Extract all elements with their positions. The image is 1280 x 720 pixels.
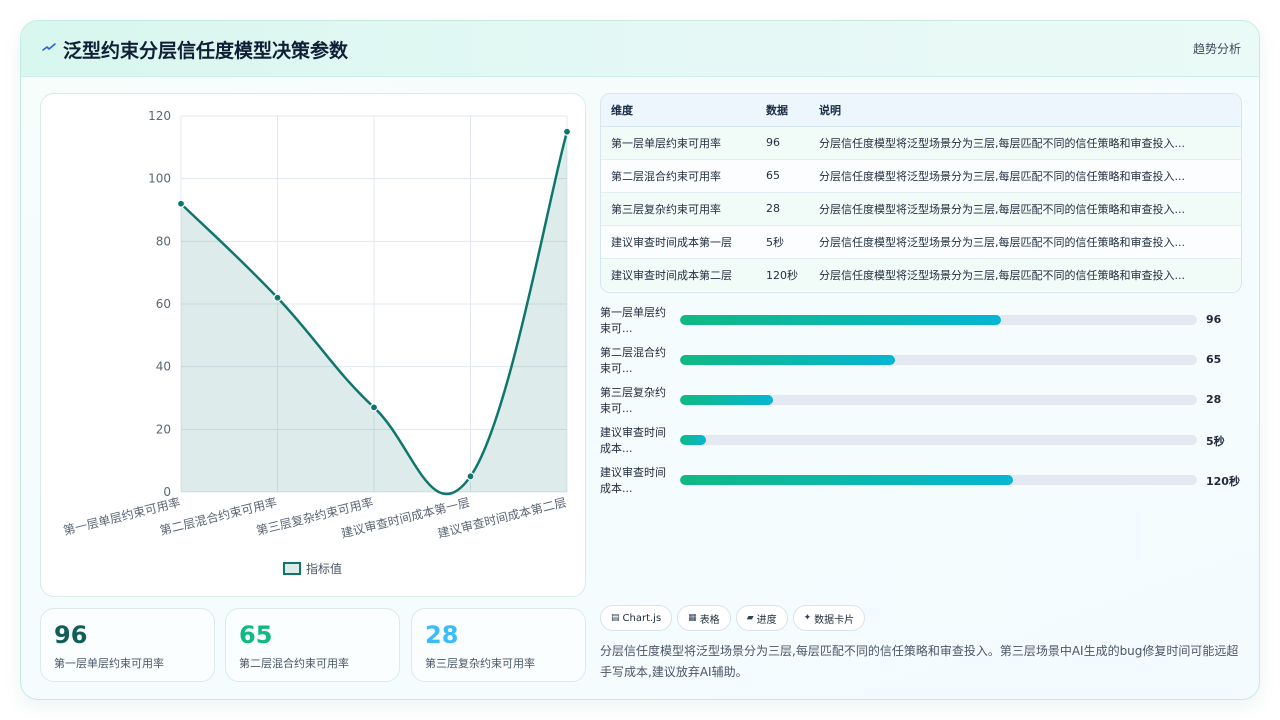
table-cell: 第三层复杂约束可用率	[601, 192, 756, 226]
column-header: 维度	[601, 94, 756, 127]
progress-fill	[680, 355, 895, 365]
table-header-row: 维度 数据 说明	[601, 94, 1241, 127]
column-header: 说明	[809, 94, 1241, 127]
progress-track	[680, 355, 1197, 365]
dashboard-card: 泛型约束分层信任度模型决策参数 趋势分析 0 20 40 60 80 100 120 第一层单…	[20, 20, 1260, 700]
table-cell: 建议审查时间成本第一层	[601, 225, 756, 259]
chip-progress[interactable]: ▰ 进度	[735, 605, 788, 631]
progress-track	[680, 435, 1197, 445]
line-chart-panel: 0 20 40 60 80 100 120 第一层单层约束可用率 第二层混合约束可用率 第三层复杂…	[40, 93, 586, 597]
table-cell: 分层信任度模型将泛型场景分为三层,每层匹配不同的信任策略和审查投入...	[809, 258, 1241, 291]
table-cell: 120秒	[756, 258, 809, 291]
table-cell: 分层信任度模型将泛型场景分为三层,每层匹配不同的信任策略和审查投入...	[809, 159, 1241, 193]
progress-fill	[680, 395, 774, 405]
table-cell: 第一层单层约束可用率	[601, 126, 756, 160]
header-bar: 泛型约束分层信任度模型决策参数 趋势分析	[21, 21, 1259, 77]
stat-card: 65 第二层混合约束可用率	[225, 608, 400, 682]
progress-fill	[680, 435, 706, 445]
card-icon: ✦	[803, 613, 812, 623]
table-cell: 分层信任度模型将泛型场景分为三层,每层匹配不同的信任策略和审查投入...	[809, 225, 1241, 259]
stat-value: 28	[425, 621, 459, 649]
trend-analysis-link[interactable]: 趋势分析	[1193, 40, 1241, 57]
table-row[interactable]: 第三层复杂约束可用率 28 分层信任度模型将泛型场景分为三层,每层匹配不同的信任…	[601, 192, 1241, 226]
progress-fill	[680, 315, 1001, 325]
progress-row: 第一层单层约 束可... 96	[600, 303, 1250, 339]
data-table: 维度 数据 说明 第一层单层约束可用率 96 分层信任度模型将泛型场景分为三层,…	[600, 93, 1242, 293]
progress-track	[680, 395, 1197, 405]
y-tick-label: 100	[148, 172, 171, 186]
progress-value: 28	[1206, 393, 1222, 406]
spark-icon	[42, 43, 56, 51]
stat-value: 96	[54, 621, 88, 649]
table-row[interactable]: 第二层混合约束可用率 65 分层信任度模型将泛型场景分为三层,每层匹配不同的信任…	[601, 159, 1241, 193]
line-chart: 020406080100120第一层单层约束可用率第二层混合约束可用率第三层复杂…	[62, 109, 572, 576]
stat-card: 28 第三层复杂约束可用率	[411, 608, 586, 682]
stat-label: 第三层复杂约束可用率	[425, 657, 535, 670]
progress-label: 第一层单层约 束可...	[600, 306, 666, 335]
progress-row: 第二层混合约 束可... 65	[600, 343, 1250, 379]
stat-value: 65	[239, 621, 273, 649]
stat-label: 第二层混合约束可用率	[239, 657, 349, 670]
y-tick-label: 60	[156, 297, 171, 311]
legend-swatch	[283, 562, 301, 575]
y-tick-label: 20	[156, 422, 171, 436]
progress-row: 建议审查时间 成本... 120秒	[600, 463, 1250, 499]
table-cell: 96	[756, 126, 809, 160]
table-row[interactable]: 第一层单层约束可用率 96 分层信任度模型将泛型场景分为三层,每层匹配不同的信任…	[601, 126, 1241, 160]
table-cell: 28	[756, 192, 809, 226]
progress-row: 第三层复杂约 束可... 28	[600, 383, 1250, 419]
chip-chartjs[interactable]: ▤ Chart.js	[600, 605, 673, 631]
progress-value: 5秒	[1206, 435, 1225, 448]
chip-table[interactable]: ▦ 表格	[677, 605, 731, 631]
column-header: 数据	[756, 94, 809, 127]
data-point	[466, 472, 475, 481]
y-tick-label: 120	[148, 109, 171, 123]
tech-chips: ▤ Chart.js ▦ 表格 ▰ 进度 ✦ 数据卡片	[600, 605, 870, 631]
progress-row: 建议审查时间 成本... 5秒	[600, 423, 1250, 459]
progress-label: 建议审查时间 成本...	[600, 426, 666, 455]
progress-label: 第三层复杂约 束可...	[600, 386, 666, 415]
page-title: 泛型约束分层信任度模型决策参数	[63, 40, 349, 62]
chip-data-card[interactable]: ✦ 数据卡片	[792, 605, 866, 631]
progress-icon: ▰	[746, 613, 754, 623]
table-icon: ▦	[688, 613, 697, 623]
progress-track	[680, 315, 1197, 325]
y-tick-label: 80	[156, 234, 171, 248]
data-point	[176, 199, 186, 208]
data-point	[273, 293, 282, 302]
chart-icon: ▤	[611, 613, 620, 623]
table-cell: 分层信任度模型将泛型场景分为三层,每层匹配不同的信任策略和审查投入...	[809, 192, 1241, 226]
progress-list: 第一层单层约 束可... 96 第二层混合约 束可... 65 第三层复杂约 束可..…	[600, 303, 1250, 503]
progress-value: 120秒	[1206, 475, 1240, 488]
table-cell: 5秒	[756, 225, 809, 259]
table-cell: 分层信任度模型将泛型场景分为三层,每层匹配不同的信任策略和审查投入...	[809, 126, 1241, 160]
progress-value: 96	[1206, 313, 1222, 326]
data-point	[369, 403, 379, 412]
stat-card: 96 第一层单层约束可用率	[40, 608, 215, 682]
progress-value: 65	[1206, 353, 1222, 366]
y-tick-label: 40	[156, 360, 171, 374]
table-row[interactable]: 建议审查时间成本第一层 5秒 分层信任度模型将泛型场景分为三层,每层匹配不同的信…	[601, 225, 1241, 259]
description-text: 分层信任度模型将泛型场景分为三层,每层匹配不同的信任策略和审查投入。第三层场景中…	[600, 644, 1239, 679]
table-cell: 65	[756, 159, 809, 193]
table-cell: 建议审查时间成本第二层	[601, 258, 756, 291]
table-cell: 第二层混合约束可用率	[601, 159, 756, 193]
progress-label: 第二层混合约 束可...	[600, 346, 666, 375]
progress-fill	[680, 475, 1014, 485]
table-row[interactable]: 建议审查时间成本第二层 120秒 分层信任度模型将泛型场景分为三层,每层匹配不同…	[601, 258, 1241, 291]
progress-track	[680, 475, 1197, 485]
progress-label: 建议审查时间 成本...	[600, 466, 666, 495]
legend-label: 指标值	[306, 561, 342, 576]
stat-label: 第一层单层约束可用率	[54, 657, 164, 670]
data-point	[562, 127, 572, 136]
